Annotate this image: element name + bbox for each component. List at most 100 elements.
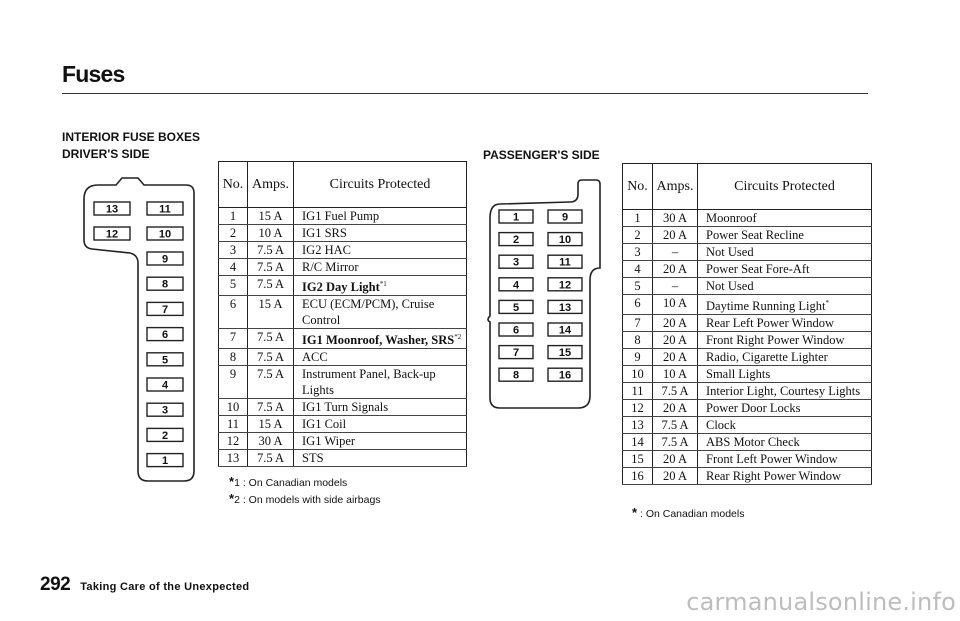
fuse-amps: 20 A bbox=[652, 348, 698, 366]
circuit-text: Not Used bbox=[706, 245, 754, 259]
fuse-circuit: ABS Motor Check bbox=[697, 433, 872, 451]
fuse-amps: 7.5 A bbox=[247, 449, 294, 467]
fuse-slot-label: 4 bbox=[513, 279, 520, 291]
fuse-number: 3 bbox=[218, 241, 248, 259]
driver-footnote-2: *2 : On models with side airbags bbox=[229, 491, 381, 506]
circuit-text: IG1 Wiper bbox=[302, 434, 356, 448]
circuit-text: IG1 SRS bbox=[302, 226, 347, 240]
fuse-number: 4 bbox=[622, 260, 653, 278]
fuse-amps: 30 A bbox=[652, 209, 698, 227]
fuse-circuit: Front Left Power Window bbox=[697, 450, 872, 468]
table-row: 7 7.5 A IG1 Moonroof, Washer, SRS*2 bbox=[218, 328, 467, 349]
fuse-number: 13 bbox=[218, 449, 248, 467]
page-title: Fuses bbox=[62, 61, 125, 87]
fuse-slot: 7 bbox=[146, 301, 184, 317]
table-row: 3 7.5 A IG2 HAC bbox=[218, 241, 467, 259]
fuse-amps: 7.5 A bbox=[247, 365, 294, 399]
circuit-text: Small Lights bbox=[706, 367, 771, 381]
fuse-number: 6 bbox=[218, 295, 248, 329]
circuit-text: Power Seat Recline bbox=[706, 228, 804, 242]
fuse-circuit: Not Used bbox=[697, 243, 872, 261]
circuit-text: Not Used bbox=[706, 279, 754, 293]
table-row: 9 20 A Radio, Cigarette Lighter bbox=[622, 348, 872, 366]
fuse-number: 15 bbox=[622, 450, 653, 468]
header-amps: Amps. bbox=[247, 161, 294, 208]
table-row: 9 7.5 A Instrument Panel, Back-up Lights bbox=[218, 365, 467, 399]
fuse-number: 3 bbox=[622, 243, 653, 261]
header-amps: Amps. bbox=[652, 163, 698, 210]
fuse-slot-label: 9 bbox=[162, 254, 168, 266]
fuse-slot-label: 8 bbox=[513, 370, 519, 382]
fuse-amps: 10 A bbox=[652, 365, 698, 383]
fuse-number: 7 bbox=[218, 328, 248, 349]
circuit-text: IG2 Day Light bbox=[302, 280, 380, 294]
fuse-circuit: Not Used bbox=[697, 277, 872, 295]
fuse-number: 9 bbox=[622, 348, 653, 366]
passenger-footnote: * : On Canadian models bbox=[632, 505, 744, 520]
fuse-circuit: Moonroof bbox=[697, 209, 872, 227]
fuse-circuit: Interior Light, Courtesy Lights bbox=[697, 382, 872, 400]
fuse-circuit: STS bbox=[293, 449, 467, 467]
fuse-amps: 20 A bbox=[652, 314, 698, 332]
table-row: 3– Not Used bbox=[622, 243, 872, 261]
fuse-number: 8 bbox=[218, 348, 248, 366]
fuse-number: 1 bbox=[622, 209, 653, 227]
table-row: 2 20 A Power Seat Recline bbox=[622, 226, 872, 244]
table-row: 6 15 A ECU (ECM/PCM), Cruise Control bbox=[218, 295, 467, 329]
table-row: 5 7.5 A IG2 Day Light*1 bbox=[218, 275, 467, 296]
fuse-amps: – bbox=[652, 277, 698, 295]
fuse-circuit: ECU (ECM/PCM), Cruise Control bbox=[293, 295, 467, 329]
fuse-number: 2 bbox=[622, 226, 653, 244]
fuse-circuit: Rear Right Power Window bbox=[697, 467, 872, 485]
fuse-slot-label: 4 bbox=[162, 380, 169, 392]
table-row: 10 10 A Small Lights bbox=[622, 365, 872, 383]
circuit-text: IG1 Fuel Pump bbox=[302, 209, 380, 223]
fuse-slot: 12 bbox=[547, 277, 583, 292]
table-header-row: No. Amps. Circuits Protected bbox=[622, 163, 872, 210]
footnote-text: 2 : On models with side airbags bbox=[234, 494, 381, 506]
fuse-slot-label: 8 bbox=[162, 279, 168, 291]
table-row: 15 20 A Front Left Power Window bbox=[622, 450, 872, 468]
fuse-slot-label: 14 bbox=[559, 325, 572, 337]
fuse-amps: 7.5 A bbox=[247, 328, 294, 349]
fuse-amps: – bbox=[652, 243, 698, 261]
fuse-slot-label: 13 bbox=[106, 204, 118, 216]
fuse-circuit: Small Lights bbox=[697, 365, 872, 383]
fuse-slot: 10 bbox=[547, 231, 583, 247]
page-footer: 292 Taking Care of the Unexpected bbox=[40, 574, 249, 596]
fuse-slot: 2 bbox=[146, 427, 184, 443]
fuse-circuit: IG1 Moonroof, Washer, SRS*2 bbox=[293, 328, 467, 349]
circuit-text: Rear Right Power Window bbox=[706, 469, 842, 483]
table-row: 4 7.5 A R/C Mirror bbox=[218, 258, 467, 276]
fuse-slot-label: 5 bbox=[513, 302, 519, 314]
header-circuits: Circuits Protected bbox=[697, 163, 872, 210]
fuse-slot: 11 bbox=[547, 254, 583, 269]
fuse-slot-label: 12 bbox=[559, 279, 571, 291]
circuit-text: Clock bbox=[706, 418, 736, 432]
circuit-text: Radio, Cigarette Lighter bbox=[706, 350, 828, 364]
fuse-slot: 1 bbox=[146, 452, 184, 468]
fuse-slot: 12 bbox=[93, 226, 131, 241]
fuse-slot-label: 1 bbox=[162, 455, 168, 467]
circuit-text: Front Right Power Window bbox=[706, 333, 845, 347]
circuit-text: ECU (ECM/PCM), Cruise Control bbox=[302, 297, 435, 327]
table-row: 11 15 A IG1 Coil bbox=[218, 415, 467, 433]
fuse-amps: 20 A bbox=[652, 399, 698, 417]
circuit-text: Moonroof bbox=[706, 211, 757, 225]
circuit-text: STS bbox=[302, 451, 324, 465]
fuse-slot: 5 bbox=[146, 352, 184, 367]
fuse-circuit: Power Seat Recline bbox=[697, 226, 872, 244]
table-row: 2 10 A IG1 SRS bbox=[218, 224, 467, 242]
table-row: 7 20 A Rear Left Power Window bbox=[622, 314, 872, 332]
fuse-amps: 20 A bbox=[652, 226, 698, 244]
fuse-amps: 30 A bbox=[247, 432, 294, 450]
fuse-amps: 15 A bbox=[247, 415, 294, 433]
fuse-slot-label: 9 bbox=[562, 212, 568, 224]
fuse-number: 5 bbox=[218, 275, 248, 296]
circuit-text: Interior Light, Courtesy Lights bbox=[706, 384, 861, 398]
table-row: 4 20 A Power Seat Fore-Aft bbox=[622, 260, 872, 278]
fuse-amps: 20 A bbox=[652, 331, 698, 349]
fuse-amps: 7.5 A bbox=[652, 416, 698, 434]
fuse-number: 9 bbox=[218, 365, 248, 399]
header-no: No. bbox=[622, 163, 653, 210]
